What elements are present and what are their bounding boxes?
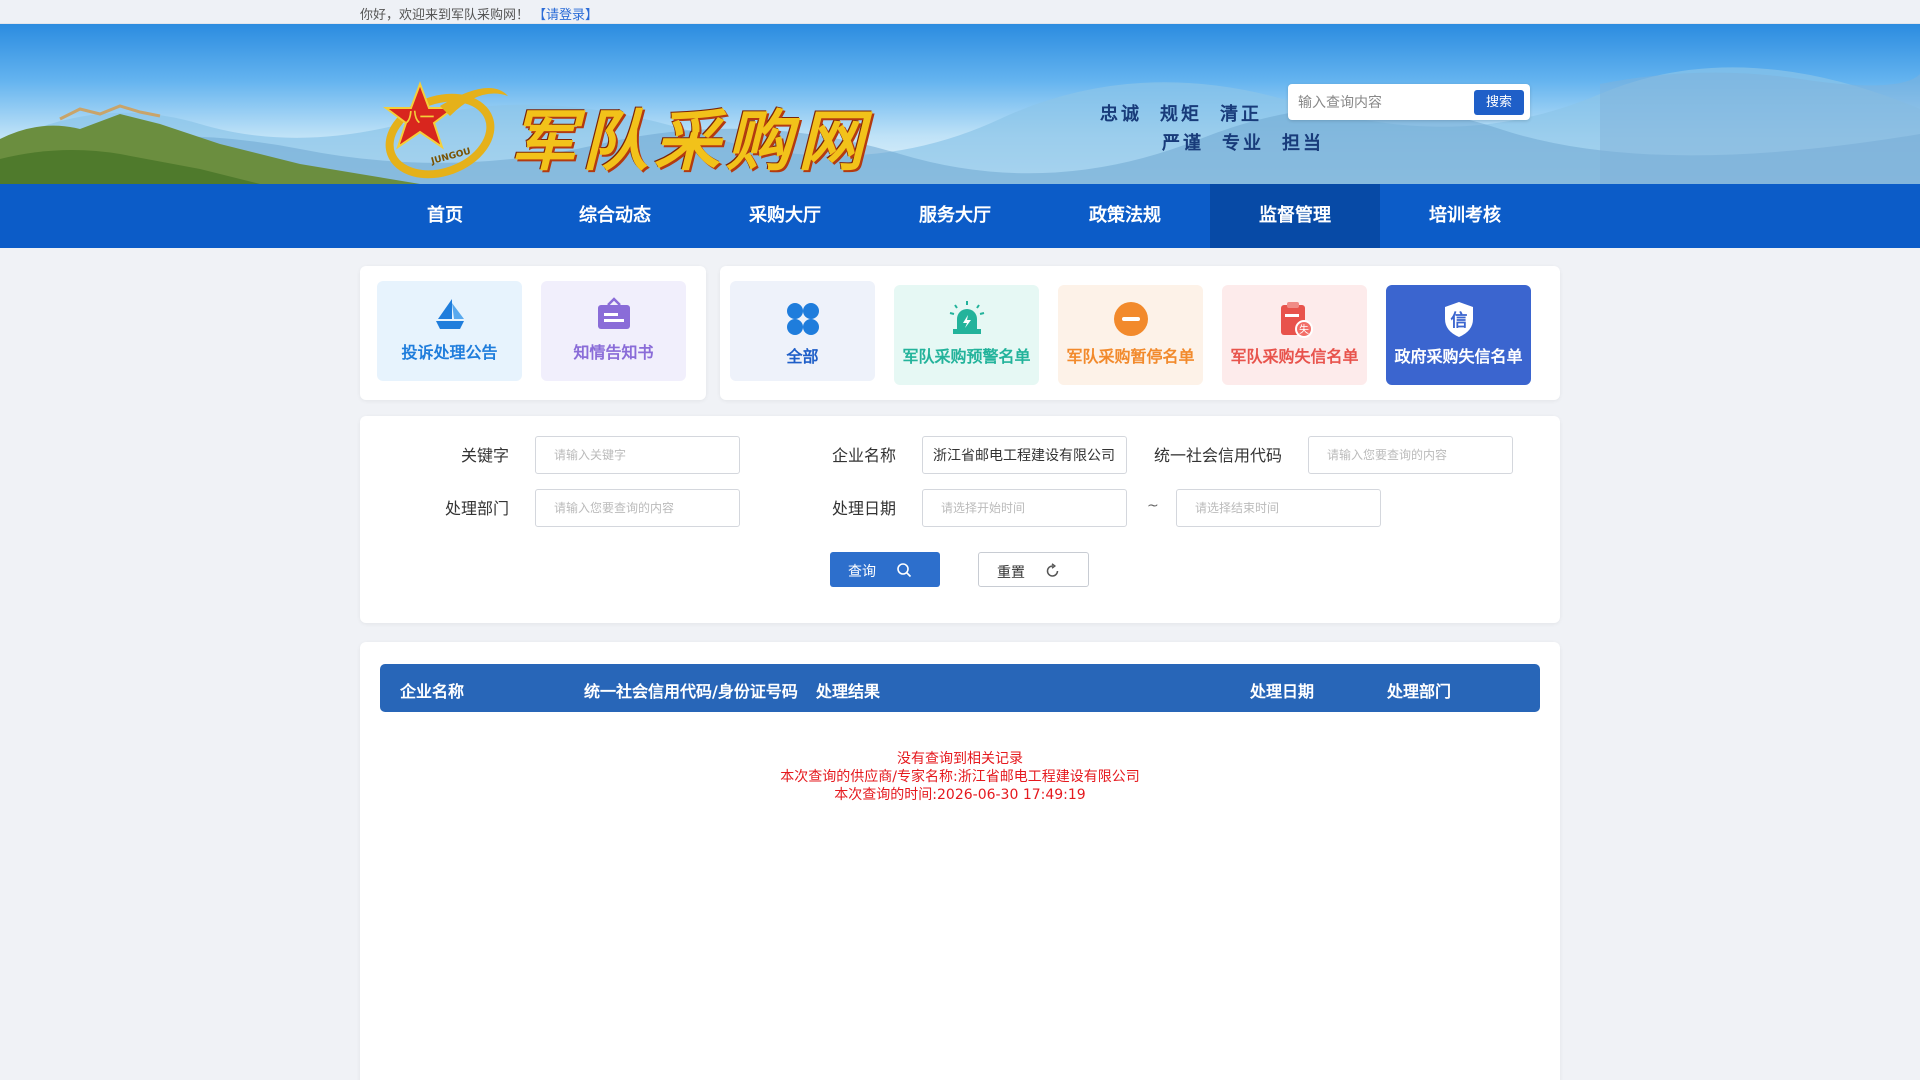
welcome-message: 你好，欢迎来到军队采购网！ [360, 8, 530, 23]
notice-board-icon [597, 297, 630, 329]
nav-home[interactable]: 首页 [360, 184, 530, 248]
credit-shield-icon: 信 [1444, 302, 1473, 337]
col-credit-code: 统一社会信用代码/身份证号码 [584, 682, 798, 701]
reset-button[interactable]: 重置 [978, 552, 1089, 587]
slogan-item: 忠诚 [1100, 104, 1142, 125]
query-button[interactable]: 查询 [830, 552, 940, 587]
col-date: 处理日期 [1250, 682, 1315, 701]
slogan-item: 清正 [1220, 104, 1262, 125]
mountain-landscape [0, 67, 1920, 184]
list-category-panel: 全部 军队采购预警名单 军队采购暂停名单 失 军队采购失信名单 信 政府采购失信… [720, 266, 1560, 400]
date-separator: ~ [1147, 498, 1159, 514]
department-input[interactable] [535, 489, 740, 527]
category-complaint[interactable]: 投诉处理公告 [377, 281, 522, 381]
date-label: 处理日期 [832, 499, 897, 518]
credit-code-input[interactable] [1308, 436, 1513, 474]
header-search-button[interactable]: 搜索 [1474, 90, 1524, 115]
nav-procurement-hall[interactable]: 采购大厅 [700, 184, 870, 248]
category-label: 投诉处理公告 [401, 343, 498, 362]
nav-policies[interactable]: 政策法规 [1040, 184, 1210, 248]
category-label: 政府采购失信名单 [1394, 347, 1523, 366]
table-header: 企业名称 统一社会信用代码/身份证号码 处理结果 处理日期 处理部门 [380, 664, 1540, 712]
complaint-icon [435, 299, 464, 329]
category-notice[interactable]: 知情告知书 [541, 281, 686, 381]
category-label: 军队采购失信名单 [1230, 347, 1359, 366]
empty-message: 没有查询到相关记录 [897, 751, 1023, 767]
empty-query-time: 本次查询的时间:2026-06-30 17:49:19 [834, 787, 1086, 803]
company-name-input[interactable] [922, 436, 1127, 474]
category-all[interactable]: 全部 [730, 281, 875, 381]
svg-text:八一: 八一 [405, 110, 434, 126]
slogan-item: 专业 [1222, 133, 1264, 154]
emblem-icon: 八一 JUNGOU [383, 81, 508, 179]
start-date-input[interactable] [922, 489, 1127, 527]
header-search-input[interactable] [1298, 90, 1458, 114]
slogan-item: 严谨 [1162, 133, 1204, 154]
svg-text:失: 失 [1299, 323, 1309, 336]
svg-text:信: 信 [1450, 310, 1467, 331]
category-suspension-list[interactable]: 军队采购暂停名单 [1058, 285, 1203, 385]
category-warning-list[interactable]: 军队采购预警名单 [894, 285, 1039, 385]
department-label: 处理部门 [445, 499, 510, 518]
slogan-item: 规矩 [1160, 104, 1202, 125]
alarm-icon [949, 301, 984, 334]
announcement-panel: 投诉处理公告 知情告知书 [360, 266, 706, 400]
col-company-name: 企业名称 [400, 682, 465, 701]
company-label: 企业名称 [832, 446, 897, 465]
nav-training[interactable]: 培训考核 [1380, 184, 1550, 248]
category-label: 军队采购预警名单 [902, 347, 1031, 366]
credit-loss-icon: 失 [1280, 302, 1313, 338]
category-dishonest-list[interactable]: 失 军队采购失信名单 [1222, 285, 1367, 385]
header-search: 搜索 [1288, 84, 1530, 120]
grid-icon [786, 303, 819, 335]
welcome-text: 你好，欢迎来到军队采购网！ 【请登录】 [360, 4, 598, 23]
category-gov-dishonest-list[interactable]: 信 政府采购失信名单 [1386, 285, 1531, 385]
slogan-row-2: 严谨 专业 担当 [1162, 129, 1342, 155]
col-department: 处理部门 [1387, 682, 1452, 701]
keyword-input[interactable] [535, 436, 740, 474]
site-banner: 八一 JUNGOU 军队采购网 忠诚规矩清正 严谨专业担当 搜索 [0, 24, 1920, 184]
main-nav: 首页 综合动态 采购大厅 服务大厅 政策法规 监督管理 培训考核 [0, 184, 1920, 248]
nav-service-hall[interactable]: 服务大厅 [870, 184, 1040, 248]
category-label: 知情告知书 [573, 343, 654, 362]
results-panel: 企业名称 统一社会信用代码/身份证号码 处理结果 处理日期 处理部门 没有查询到… [360, 642, 1560, 1080]
category-label: 军队采购暂停名单 [1066, 347, 1195, 366]
query-button-label: 查询 [848, 564, 876, 580]
nav-news[interactable]: 综合动态 [530, 184, 700, 248]
site-logo[interactable]: 八一 JUNGOU 军队采购网 [380, 76, 864, 184]
slogan-item: 担当 [1282, 133, 1324, 154]
category-label: 全部 [786, 347, 819, 366]
search-icon [897, 563, 912, 578]
top-bar: 你好，欢迎来到军队采购网！ 【请登录】 [0, 0, 1920, 24]
slogans: 忠诚 规矩 清正 严谨 专业 担当 [1080, 96, 1321, 176]
search-filter-panel: 关键字 企业名称 统一社会信用代码 处理部门 处理日期 ~ 查询 重置 [360, 416, 1560, 623]
nav-supervision[interactable]: 监督管理 [1210, 184, 1380, 248]
site-title: 军队采购网 [510, 102, 870, 180]
empty-query-name: 本次查询的供应商/专家名称:浙江省邮电工程建设有限公司 [780, 769, 1140, 785]
reset-button-label: 重置 [997, 565, 1025, 581]
credit-code-label: 统一社会信用代码 [1154, 446, 1283, 465]
refresh-icon [1046, 563, 1059, 577]
pause-minus-icon [1113, 302, 1148, 336]
col-result: 处理结果 [816, 682, 881, 701]
keyword-label: 关键字 [461, 446, 510, 465]
end-date-input[interactable] [1176, 489, 1381, 527]
slogan-row-1: 忠诚 规矩 清正 [1100, 100, 1280, 126]
login-link[interactable]: 【请登录】 [533, 8, 598, 23]
